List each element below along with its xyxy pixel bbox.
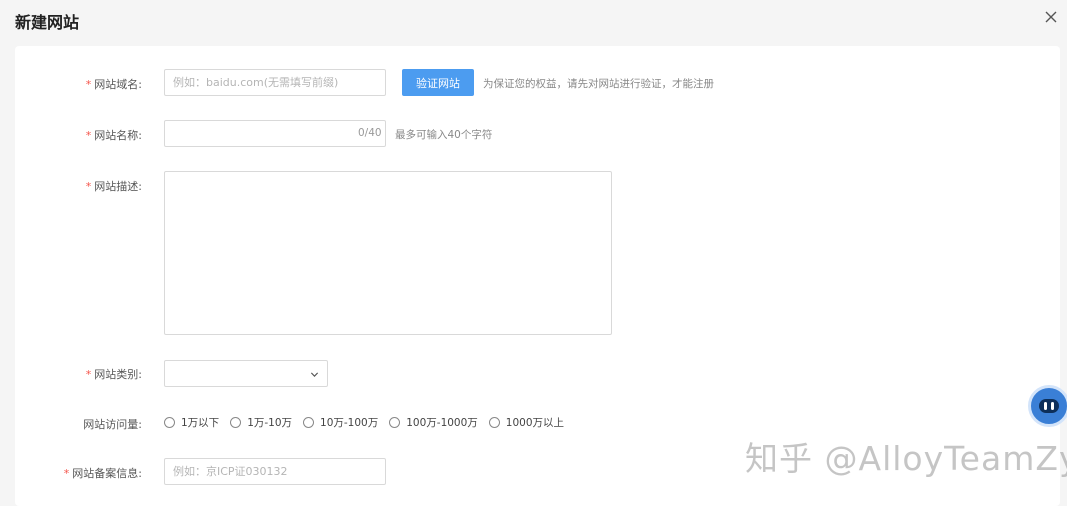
assistant-bot-button[interactable] xyxy=(1028,385,1067,427)
radio-circle-icon xyxy=(389,417,401,428)
radio-circle-icon xyxy=(164,417,175,428)
traffic-label: 网站访问量: xyxy=(83,418,142,431)
traffic-option-3[interactable]: 10万-100万 xyxy=(303,415,378,430)
robot-assistant-icon xyxy=(1039,399,1059,413)
watermark-text: 知乎 @AlloyTeamZy xyxy=(745,439,1067,478)
traffic-option-1[interactable]: 1万以下 xyxy=(164,415,219,430)
traffic-option-5[interactable]: 1000万以上 xyxy=(488,415,564,430)
category-select[interactable] xyxy=(164,360,328,387)
name-input[interactable] xyxy=(164,120,386,147)
chevron-down-icon xyxy=(310,372,319,377)
domain-label: * 网站域名: xyxy=(85,78,142,91)
dialog-title: 新建网站 xyxy=(15,13,80,32)
verify-website-button[interactable]: 验证网站 xyxy=(402,69,474,96)
category-label: * 网站类别: xyxy=(85,368,142,381)
domain-input[interactable] xyxy=(164,69,386,96)
radio-circle-icon xyxy=(230,417,242,428)
traffic-option-2[interactable]: 1万-10万 xyxy=(230,415,292,430)
name-label: * 网站名称: xyxy=(85,129,142,142)
name-hint: 最多可输入40个字符 xyxy=(395,129,493,141)
icp-input[interactable] xyxy=(164,458,386,485)
domain-hint: 为保证您的权益，请先对网站进行验证，才能注册 xyxy=(483,78,714,90)
traffic-radio-group: 1万以下 1万-10万 10万-100万 100万-1000万 1000万以上 xyxy=(164,415,575,430)
description-textarea[interactable] xyxy=(164,171,612,335)
radio-circle-icon xyxy=(303,417,315,428)
radio-circle-icon xyxy=(488,417,500,428)
close-icon[interactable] xyxy=(1043,9,1059,25)
traffic-option-4[interactable]: 100万-1000万 xyxy=(389,415,478,430)
icp-label: * 网站备案信息: xyxy=(63,467,142,480)
name-char-counter: 0/40 xyxy=(358,127,382,139)
description-label: * 网站描述: xyxy=(85,180,142,193)
